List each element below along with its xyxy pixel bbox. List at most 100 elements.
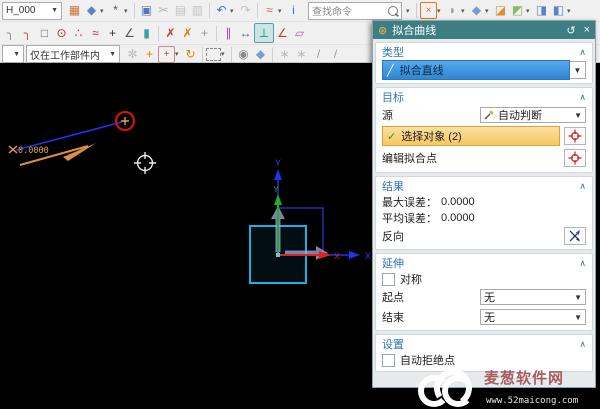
copy-icon[interactable]: ▤ — [172, 2, 189, 19]
reverse-direction-button[interactable] — [564, 227, 586, 245]
wcs-y-label: Y — [273, 184, 279, 194]
sketch-curve-dropdown-arrow[interactable]: ▾ — [278, 7, 285, 15]
undo-icon[interactable]: ↶ — [213, 2, 230, 19]
part-dropdown[interactable]: H_000 ▼ — [2, 1, 62, 20]
datum-plane-icon[interactable]: ◪ — [492, 2, 509, 19]
section-target-header[interactable]: 目标 ∧ — [382, 89, 586, 105]
snap-settings-icon[interactable]: ✻ — [124, 46, 141, 63]
pattern-object-icon[interactable]: ∗ — [293, 46, 310, 63]
snap-point-enable-dropdown-arrow[interactable]: ▾ — [175, 50, 182, 58]
save-icon[interactable]: ▣ — [138, 2, 155, 19]
render-style-dropdown-arrow[interactable]: ▾ — [461, 7, 468, 15]
quick-trim-icon[interactable]: ✗ — [162, 25, 179, 42]
constraint-parallelogram-icon[interactable]: ▱ — [291, 25, 308, 42]
edit-fit-points-button[interactable] — [564, 149, 586, 167]
start-dropdown-arrow[interactable]: ▼ — [574, 293, 582, 302]
sketch-icon[interactable]: ▦ — [66, 2, 83, 19]
collapse-chevron-icon[interactable]: ∧ — [579, 92, 586, 103]
more-tools-dropdown-arrow[interactable]: ▾ — [124, 7, 131, 15]
toolbar-separator — [158, 25, 159, 41]
snap-point-enable-icon[interactable]: + — [158, 45, 175, 63]
fit-curve-active-icon[interactable]: ⊥ — [254, 23, 274, 43]
info-icon[interactable]: i — [285, 2, 302, 19]
make-corner-icon[interactable]: + — [196, 25, 213, 42]
redo-icon[interactable]: ↷ — [237, 2, 254, 19]
quick-extend-icon[interactable]: ✗ — [179, 25, 196, 42]
origin-marker[interactable] — [276, 253, 280, 257]
work-layer-cube-icon[interactable]: ◆ — [252, 46, 269, 63]
plane-normal-icon[interactable]: ◩ — [509, 2, 526, 19]
search-icon[interactable] — [388, 5, 398, 16]
rectangle-tool-icon[interactable]: □ — [36, 25, 53, 42]
more-tools-icon[interactable]: * — [107, 2, 124, 19]
dialog-menu-gear-icon[interactable]: ⊛ — [378, 24, 387, 37]
cut-icon[interactable]: ✂ — [155, 2, 172, 19]
datum-cube-dropdown-arrow[interactable]: ▾ — [100, 7, 107, 15]
scope-dropdown-arrow[interactable]: ▼ — [105, 51, 116, 58]
auto-reject-checkbox[interactable] — [382, 353, 395, 367]
dialog-close-icon[interactable]: × — [584, 24, 590, 36]
collapse-chevron-icon[interactable]: ∧ — [579, 47, 586, 58]
plane-normal-dropdown-arrow[interactable]: ▾ — [526, 7, 533, 15]
view-orient-cube-dropdown-arrow[interactable]: ▾ — [485, 7, 492, 15]
dialog-titlebar[interactable]: ⊛ 拟合曲线 ↺ × — [373, 21, 595, 39]
spline-points-icon[interactable]: ∴ — [70, 25, 87, 42]
fitted-line-group[interactable]: 0.0000 — [8, 111, 135, 166]
paste-icon[interactable]: ▥ — [189, 2, 206, 19]
source-label: 源 — [382, 110, 393, 122]
revolve-icon[interactable]: ◧ — [550, 2, 567, 19]
trim-recipe-icon[interactable]: ∠ — [121, 25, 138, 42]
selection-filter-dropdown[interactable]: ▼ — [2, 45, 24, 63]
polygon-tool-icon[interactable]: ⊙ — [53, 25, 70, 42]
type-dropdown-arrow[interactable]: ▼ — [570, 61, 586, 79]
source-dropdown[interactable]: 自动判断 ▼ — [480, 107, 586, 123]
show-hide-icon[interactable]: ◉ — [235, 46, 252, 63]
fillet-icon[interactable]: ╮ — [2, 25, 19, 42]
selection-scope-dropdown[interactable]: 仅在工作部件内 ▼ — [26, 45, 120, 63]
chamfer-icon[interactable]: ╮ — [19, 25, 36, 42]
collapse-chevron-icon[interactable]: ∧ — [579, 258, 586, 269]
snap-point-icon[interactable]: + — [141, 46, 158, 63]
end-dropdown-arrow[interactable]: ▼ — [574, 313, 582, 322]
start-dropdown[interactable]: 无 ▼ — [480, 289, 586, 305]
revolve-dropdown-arrow[interactable]: ▾ — [567, 7, 574, 15]
selection-rectangle-dropdown-arrow[interactable]: ▾ — [221, 50, 228, 58]
fit-view-dropdown-arrow[interactable]: ▾ — [437, 7, 444, 15]
section-extension-header[interactable]: 延伸 ∧ — [382, 255, 586, 271]
search-input[interactable]: 查找命令 — [308, 1, 402, 20]
type-dropdown[interactable]: ╱ 拟合直线 — [382, 60, 570, 80]
search-dropdown-arrow[interactable]: ▾ — [406, 7, 413, 15]
fit-view-icon[interactable]: × — [420, 2, 437, 19]
section-type-header[interactable]: 类型 ∧ — [382, 44, 586, 60]
source-dropdown-arrow[interactable]: ▼ — [574, 111, 582, 120]
render-style-icon[interactable]: ◗ — [444, 2, 461, 19]
selection-rectangle-icon[interactable] — [206, 47, 221, 61]
collapse-chevron-icon[interactable]: ∧ — [579, 339, 586, 350]
offset-curve-icon[interactable]: ▮ — [138, 25, 155, 42]
end-dropdown[interactable]: 无 ▼ — [480, 309, 586, 325]
sketch-curve-icon[interactable]: ≈ — [261, 2, 278, 19]
datum-cube-icon[interactable]: ◆ — [83, 2, 100, 19]
watermark-cloud-logo-icon — [418, 365, 484, 409]
line-tool-a-icon[interactable]: / — [310, 46, 327, 63]
rotate-point-icon[interactable]: ↻ — [182, 46, 199, 63]
extrude-icon[interactable]: ◨ — [533, 2, 550, 19]
rapid-dimension-icon[interactable]: ↔ — [237, 25, 254, 42]
constraint-angle-icon[interactable]: ∠ — [274, 25, 291, 42]
collapse-chevron-icon[interactable]: ∧ — [579, 181, 586, 192]
line-tool-b-icon[interactable]: / — [327, 46, 344, 63]
select-object-point-button[interactable] — [564, 127, 586, 145]
move-object-icon[interactable]: ∗ — [276, 46, 293, 63]
geometric-constraints-icon[interactable]: ∥ — [220, 25, 237, 42]
view-orient-cube-icon[interactable]: ◆ — [468, 2, 485, 19]
section-settings-header[interactable]: 设置 ∧ — [382, 336, 586, 352]
toolbar-separator — [202, 46, 203, 62]
dialog-reset-icon[interactable]: ↺ — [566, 24, 575, 37]
point-tool-icon[interactable]: + — [104, 25, 121, 42]
symmetric-checkbox[interactable] — [382, 272, 395, 286]
select-object-row[interactable]: ✓ 选择对象 (2) — [382, 126, 560, 146]
section-result-header[interactable]: 结果 ∧ — [382, 178, 586, 194]
part-dropdown-arrow[interactable]: ▼ — [47, 7, 58, 14]
undo-dropdown-arrow[interactable]: ▾ — [230, 7, 237, 15]
studio-spline-icon[interactable]: ≈ — [87, 25, 104, 42]
